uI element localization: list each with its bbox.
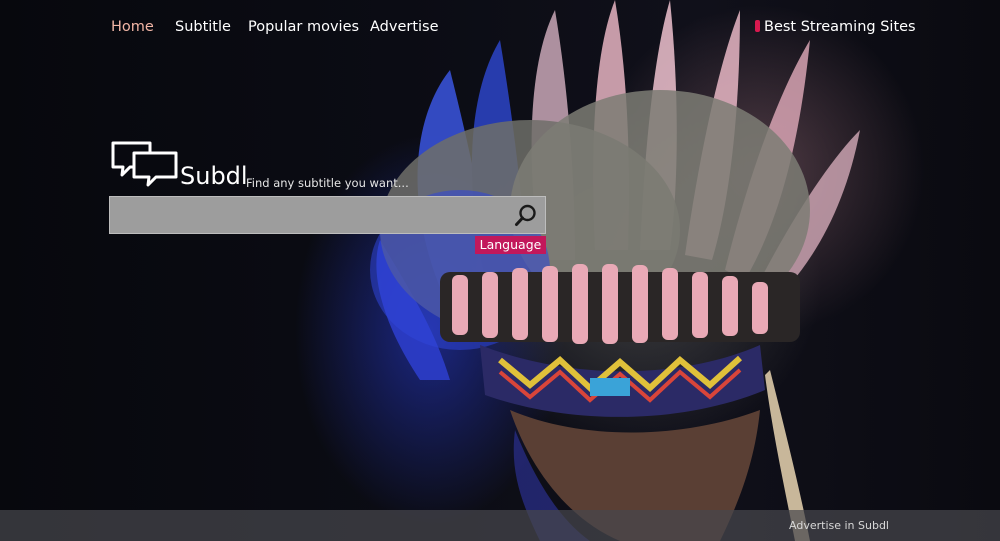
nav-popular-movies-link[interactable]: Popular movies [248,19,359,35]
chat-bubbles-icon [111,141,178,187]
nav-home-link[interactable]: Home [111,19,154,35]
footer-bar: Advertise in Subdl [0,510,1000,541]
search-input[interactable] [110,197,510,233]
search-icon[interactable] [514,203,538,227]
language-button[interactable]: Language [475,236,546,254]
nav-advertise-link[interactable]: Advertise [370,19,439,35]
logo-name: Subdl [180,162,248,190]
search-box [109,196,546,234]
hero-image [370,0,860,541]
top-navigation: Home Subtitle Popular movies Advertise B… [0,0,1000,56]
nav-subtitle-link[interactable]: Subtitle [175,19,231,35]
footer-advertise-link[interactable]: Advertise in Subdl [789,519,889,532]
best-streaming-sites-link[interactable]: Best Streaming Sites [764,19,916,35]
site-logo[interactable]: Subdl Find any subtitle you want... [110,140,510,190]
logo-tagline: Find any subtitle you want... [246,176,409,190]
streaming-marker-icon [755,20,760,32]
